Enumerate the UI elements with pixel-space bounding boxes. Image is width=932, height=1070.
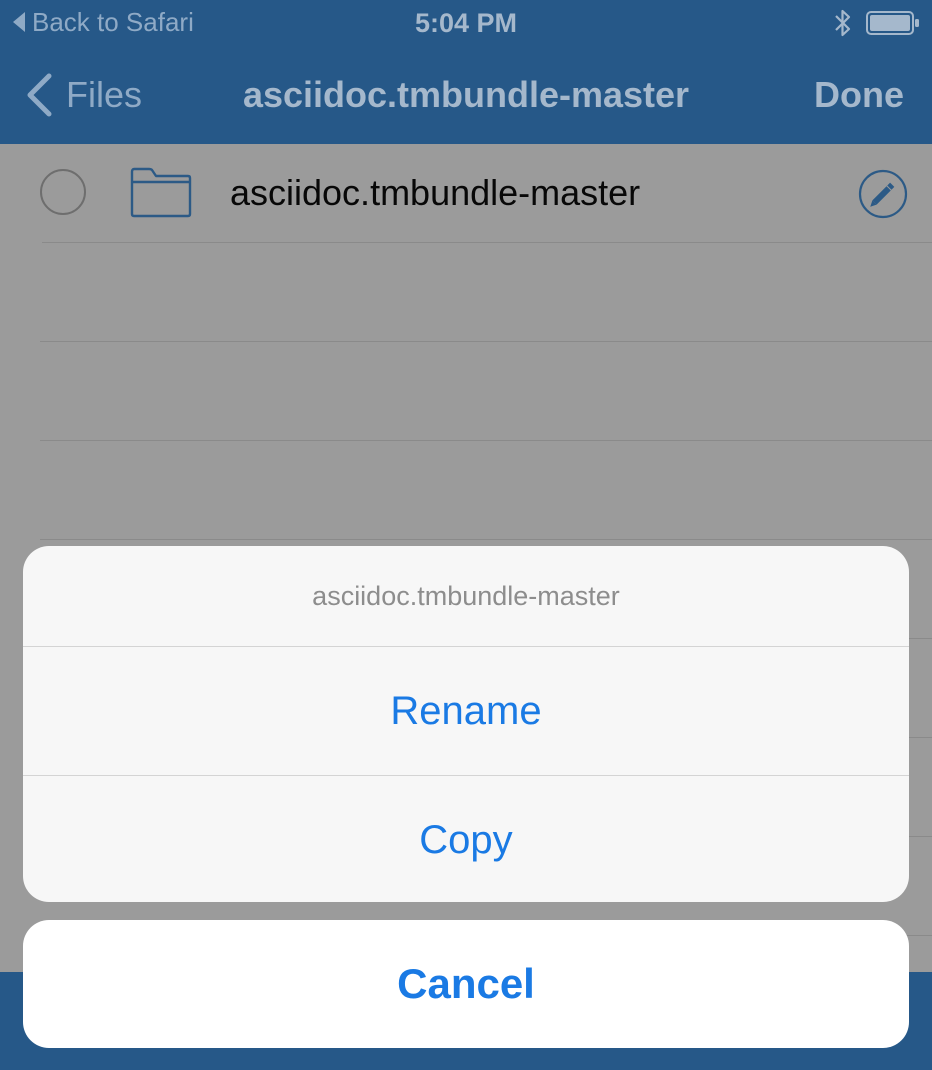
copy-button[interactable]: Copy	[23, 776, 909, 902]
select-radio[interactable]	[40, 169, 86, 215]
action-sheet-title: asciidoc.tmbundle-master	[23, 546, 909, 647]
action-sheet: asciidoc.tmbundle-master Rename Copy	[23, 546, 909, 902]
empty-row	[40, 243, 932, 342]
empty-row	[40, 342, 932, 441]
done-button[interactable]: Done	[814, 70, 904, 120]
list-item[interactable]: asciidoc.tmbundle-master	[40, 144, 932, 243]
file-name: asciidoc.tmbundle-master	[230, 172, 641, 213]
navigation-bar: Back to Safari 5:04 PM Files asciidoc.tm…	[0, 0, 932, 144]
empty-row	[40, 441, 932, 540]
page-title: asciidoc.tmbundle-master	[242, 74, 690, 115]
rename-button[interactable]: Rename	[23, 647, 909, 776]
battery-icon	[866, 11, 919, 35]
status-time: 5:04 PM	[414, 8, 518, 38]
pencil-icon[interactable]	[858, 169, 908, 219]
bluetooth-icon	[835, 9, 851, 37]
status-indicators	[834, 6, 920, 40]
folder-icon	[130, 167, 192, 218]
cancel-button[interactable]: Cancel	[23, 920, 909, 1048]
